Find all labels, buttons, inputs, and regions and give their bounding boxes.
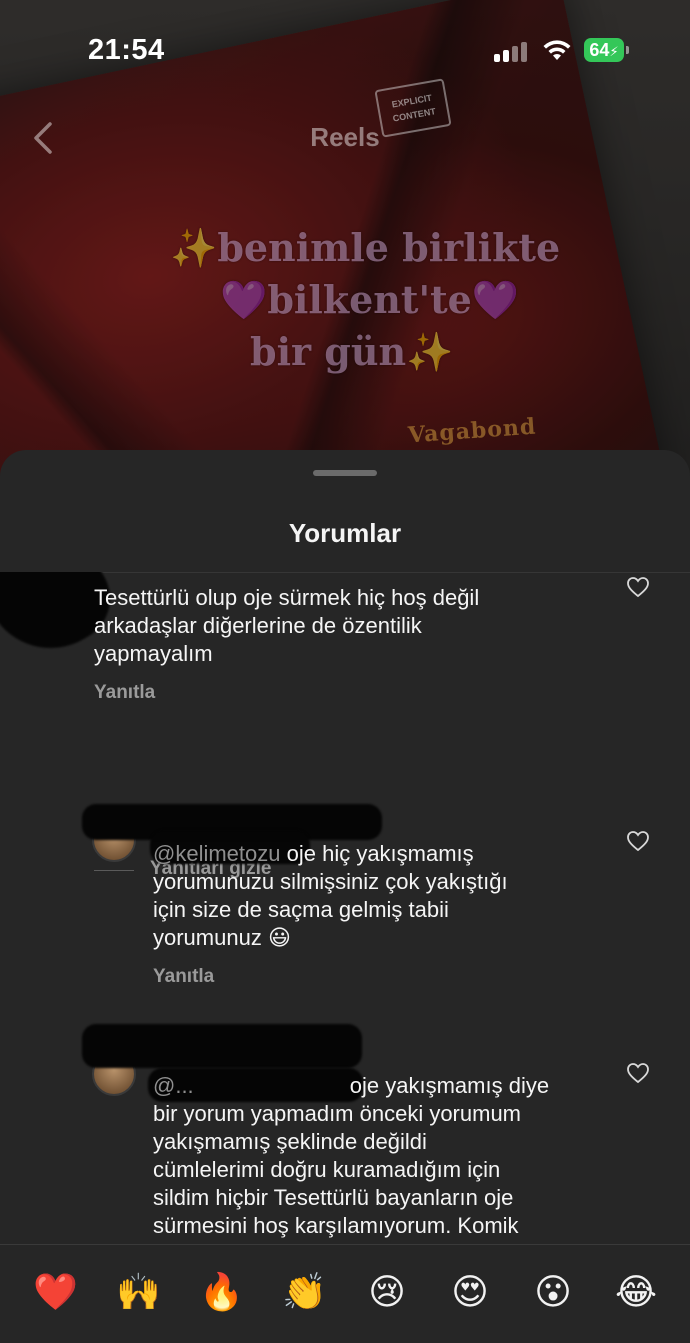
like-heart-icon[interactable] bbox=[626, 830, 650, 852]
reaction-clap-emoji[interactable]: 👏 bbox=[282, 1271, 327, 1315]
reaction-raised-hands-emoji[interactable]: 🙌 bbox=[116, 1271, 161, 1315]
like-heart-icon[interactable] bbox=[626, 1062, 650, 1084]
sheet-drag-handle[interactable] bbox=[313, 470, 377, 476]
reply-item: @... oje yakışmamış diye bir yorum yapma… bbox=[153, 1072, 623, 1240]
reaction-surprised-emoji[interactable]: 😮 bbox=[531, 1271, 575, 1315]
cellular-signal-icon bbox=[494, 42, 530, 62]
wifi-icon bbox=[543, 40, 571, 60]
mention-link[interactable]: @... bbox=[153, 1073, 344, 1098]
overlay-line-3: bir gün✨ bbox=[250, 329, 454, 374]
overlay-line-2: 💜bilkent'te💜 bbox=[220, 277, 520, 322]
mention-link[interactable]: @kelimetozu bbox=[153, 841, 281, 866]
status-bar: 21:54 64⚡ bbox=[0, 0, 690, 100]
comment-text: Tesettürlü olup oje sürmek hiç hoş değil… bbox=[94, 585, 480, 666]
redacted-username bbox=[82, 1024, 362, 1068]
reply-button[interactable]: Yanıtla bbox=[153, 966, 613, 988]
overlay-line-1: ✨benimle birlikte bbox=[170, 225, 561, 270]
reaction-crying-emoji[interactable]: 😢 bbox=[365, 1271, 409, 1315]
charging-bolt-icon: ⚡ bbox=[609, 44, 619, 59]
comments-list[interactable]: Tesettürlü olup oje sürmek hiç hoş değil… bbox=[0, 572, 690, 1244]
reaction-heart-emoji[interactable]: ❤️ bbox=[33, 1271, 78, 1315]
comments-sheet: Yorumlar Tesettürlü olup oje sürmek hiç … bbox=[0, 450, 690, 1343]
like-heart-icon[interactable] bbox=[626, 576, 650, 598]
battery-indicator: 64⚡ bbox=[584, 38, 624, 62]
status-time: 21:54 bbox=[88, 34, 165, 66]
comments-title: Yorumlar bbox=[288, 518, 402, 548]
page-title: Reels bbox=[310, 122, 380, 152]
reaction-laughing-emoji[interactable]: 😂 bbox=[614, 1271, 658, 1315]
comment-item: Tesettürlü olup oje sürmek hiç hoş değil… bbox=[94, 584, 594, 704]
reaction-heart-eyes-emoji[interactable]: 😍 bbox=[448, 1271, 492, 1315]
reel-overlay-text: ✨benimle birlikte 💜bilkent'te💜 bir gün✨ bbox=[120, 222, 570, 378]
reply-button[interactable]: Yanıtla bbox=[94, 682, 594, 704]
reaction-fire-emoji[interactable]: 🔥 bbox=[199, 1271, 244, 1315]
battery-level: 64 bbox=[589, 40, 610, 60]
reply-item: @kelimetozu oje hiç yakışmamış yorumunuz… bbox=[153, 840, 613, 988]
quick-reaction-bar: ❤️ 🙌 🔥 👏 😢 😍 😮 😂 bbox=[0, 1244, 690, 1343]
